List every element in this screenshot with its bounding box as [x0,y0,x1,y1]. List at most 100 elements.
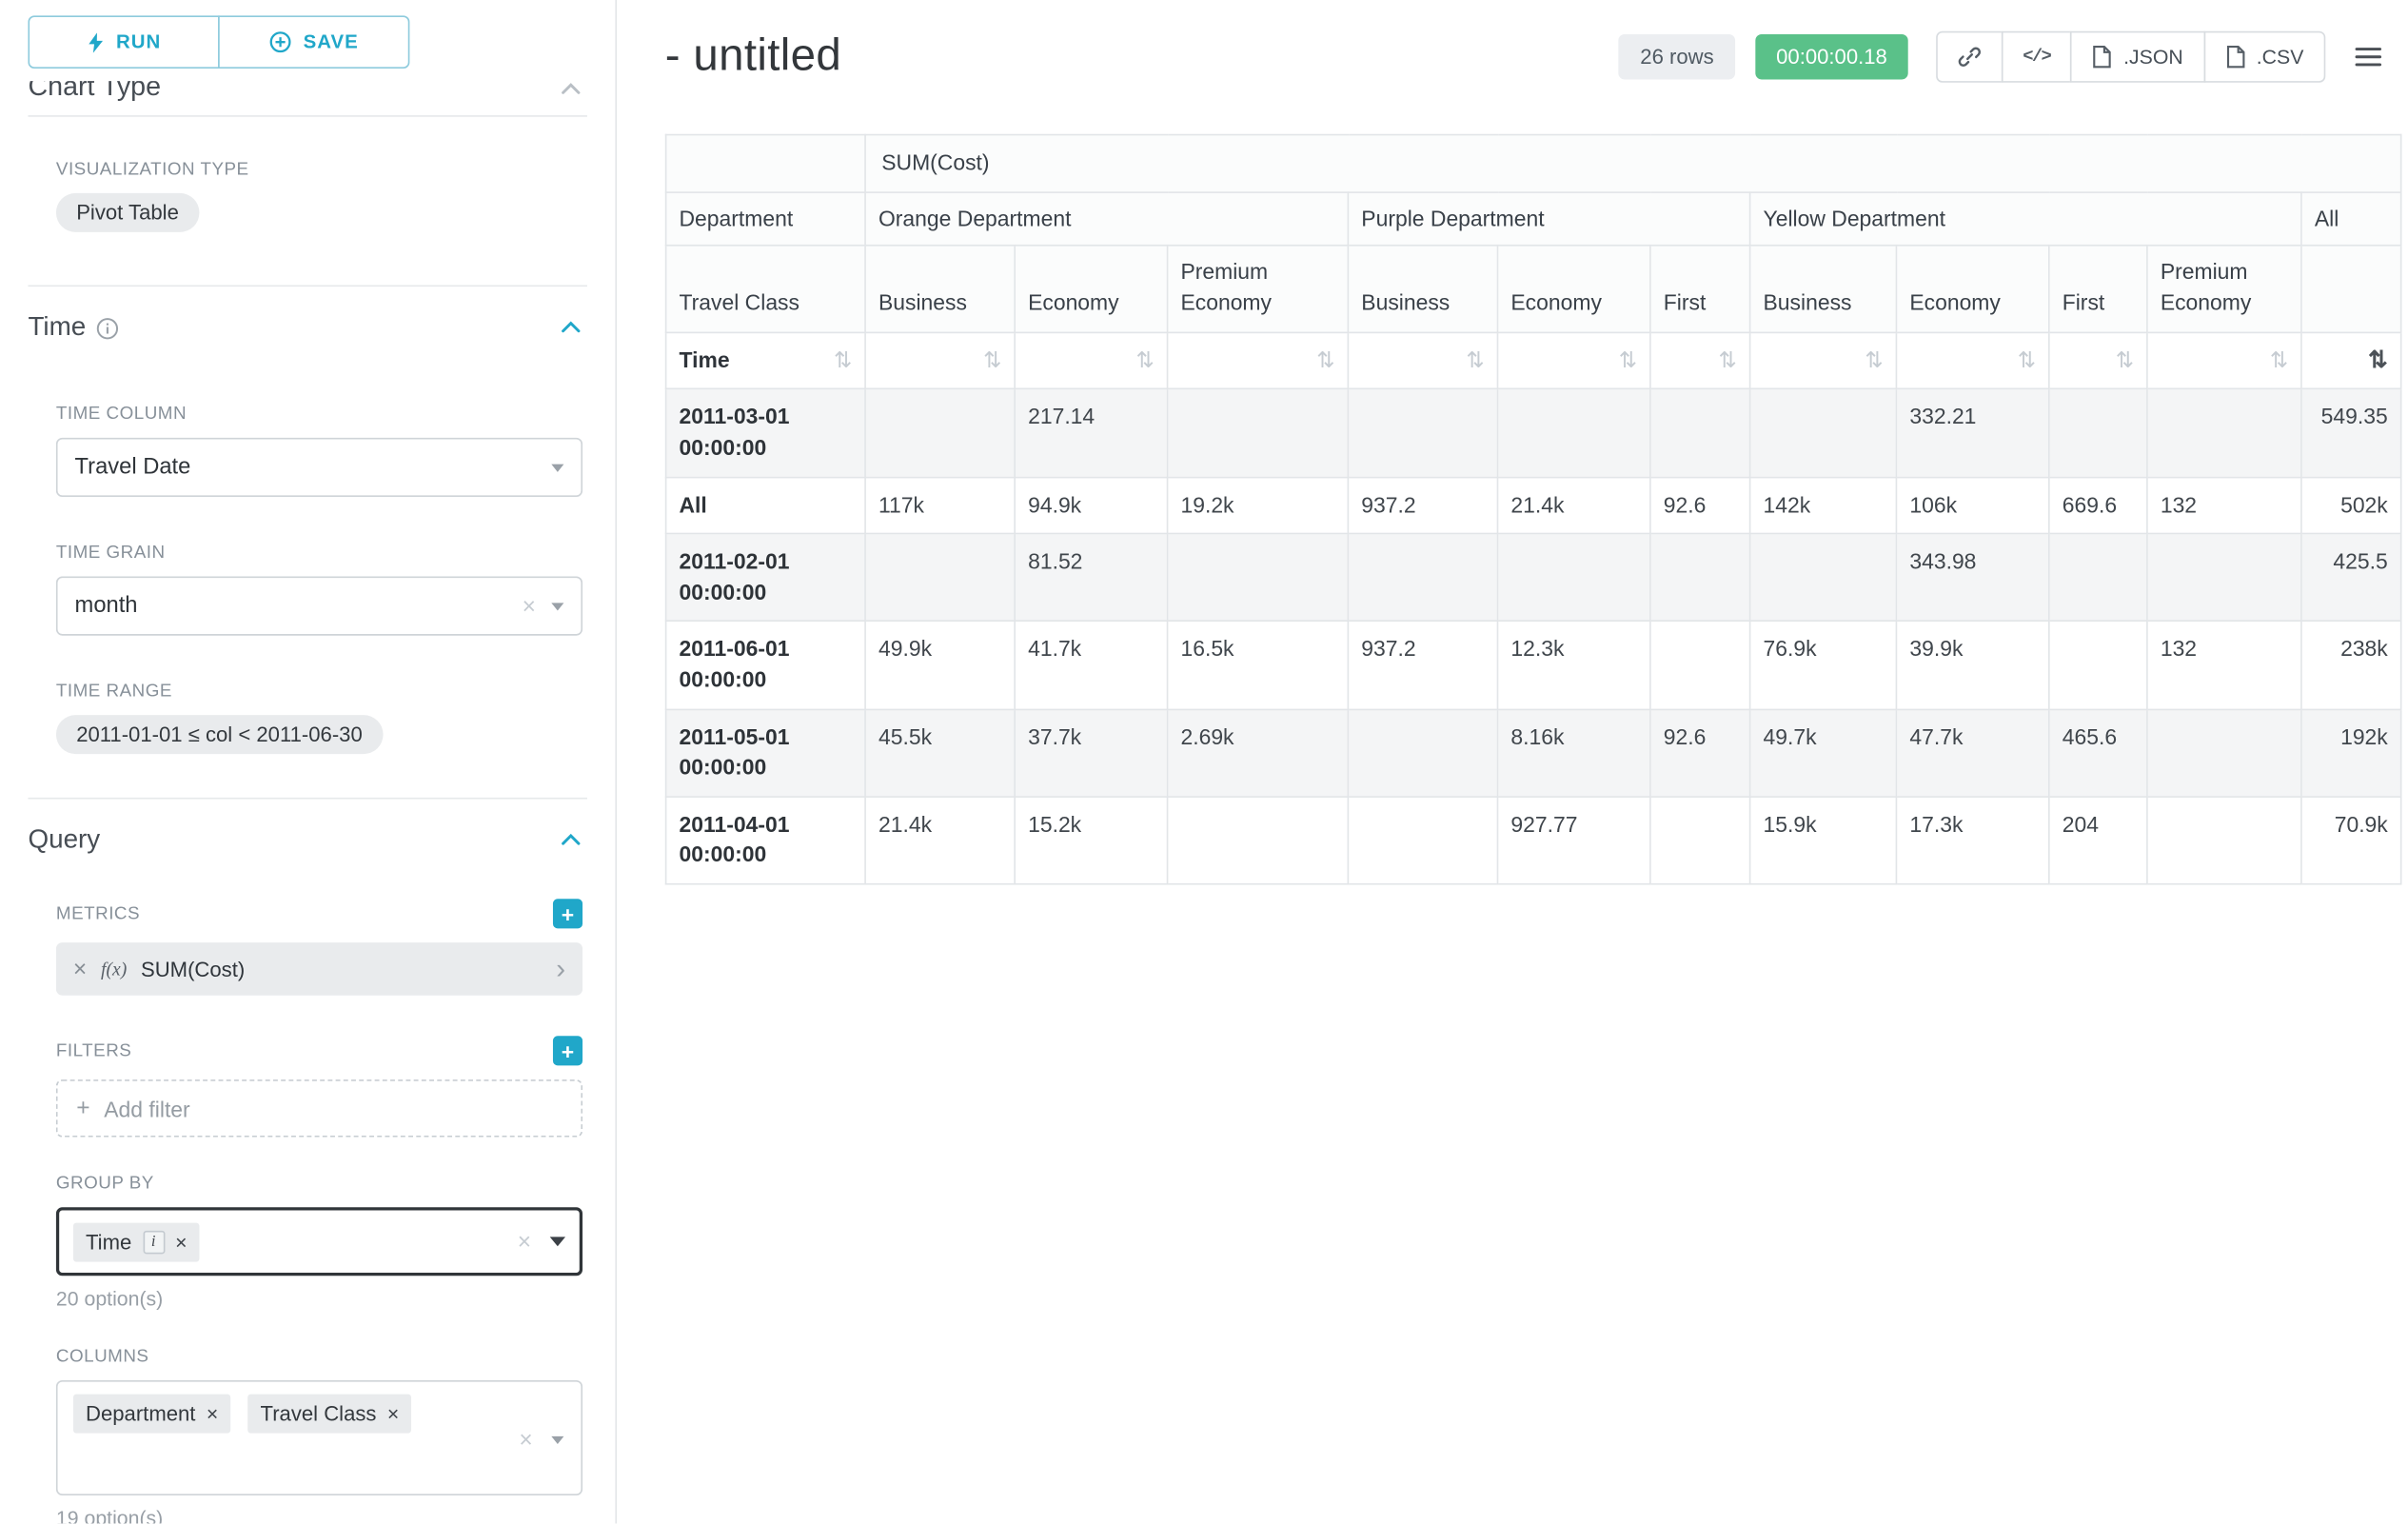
time-section-title: Time [28,311,86,343]
time-column-select[interactable]: Travel Date [56,438,582,497]
clear-icon[interactable]: × [518,1230,531,1254]
pivot-cell: 217.14 [1015,389,1167,477]
columns-options-count: 19 option(s) [56,1506,582,1523]
add-filter-dropzone[interactable]: + Add filter [56,1079,582,1138]
pivot-row-label: 2011-06-01 00:00:00 [666,622,865,709]
add-metric-button[interactable]: + [553,899,582,928]
pivot-cell: 94.9k [1015,477,1167,534]
pivot-sort-cell[interactable]: ⇅ [1015,333,1167,389]
pivot-sort-cell[interactable]: ⇅ [2301,333,2401,389]
group-by-select[interactable]: Time i × × [56,1207,582,1276]
pivot-cell: 502k [2301,477,2401,534]
export-json-label: .JSON [2123,45,2183,69]
pivot-row-label: 2011-02-01 00:00:00 [666,534,865,622]
pivot-table: SUM(Cost)DepartmentOrange DepartmentPurp… [665,134,2402,885]
export-button-group: </> .JSON .CSV [1936,31,2326,83]
columns-pill[interactable]: Travel Class × [247,1395,411,1434]
chart-header: - untitled 26 rows 00:00:00.18 [665,31,2408,83]
export-csv-button[interactable]: .CSV [2203,31,2325,83]
pivot-data-row: 2011-04-01 00:00:0021.4k15.2k927.7715.9k… [666,797,2401,884]
pivot-data-row: 2011-05-01 00:00:0045.5k37.7k2.69k8.16k9… [666,709,2401,797]
pivot-cell: 937.2 [1348,477,1497,534]
pivot-cell: 41.7k [1015,622,1167,709]
time-range-tag[interactable]: 2011-01-01 ≤ col < 2011-06-30 [56,715,383,754]
pivot-cell: 106k [1896,477,2048,534]
group-by-pill[interactable]: Time i × [73,1222,200,1261]
group-by-pill-label: Time [86,1230,131,1254]
info-icon[interactable] [97,318,119,340]
function-icon: f(x) [101,958,127,981]
metric-option[interactable]: × f(x) SUM(Cost) › [56,942,582,996]
pivot-cell: 76.9k [1750,622,1897,709]
columns-pill-label: Department [86,1402,195,1426]
pivot-cell [1348,709,1497,797]
pivot-row-label: 2011-03-01 00:00:00 [666,389,865,477]
group-by-group: GROUP BY Time i × × 20 option(s) [56,1175,582,1310]
pivot-class-header: First [2049,246,2147,333]
chevron-up-icon[interactable] [561,834,581,846]
pivot-sort-header[interactable]: Time⇅ [666,333,865,389]
clear-icon[interactable]: × [519,1429,532,1453]
pivot-sort-cell[interactable]: ⇅ [1750,333,1897,389]
pivot-sort-cell[interactable]: ⇅ [1497,333,1649,389]
pivot-cell [2147,389,2301,477]
time-range-group: TIME RANGE 2011-01-01 ≤ col < 2011-06-30 [56,683,582,754]
pivot-group-header: All [2301,191,2401,246]
pivot-cell: 92.6 [1650,477,1750,534]
chart-type-section-header[interactable]: Chart Type [28,81,587,106]
time-section-header[interactable]: Time [28,311,581,343]
pivot-cell [2147,709,2301,797]
query-section-header[interactable]: Query [28,824,581,856]
menu-button[interactable] [2349,41,2388,73]
columns-pill[interactable]: Department × [73,1395,231,1434]
chevron-up-icon[interactable] [561,321,581,333]
visualization-type-tag[interactable]: Pivot Table [56,193,199,232]
pivot-class-dim-header: Travel Class [666,246,865,333]
pivot-cell [2049,534,2147,622]
pivot-sort-cell[interactable]: ⇅ [865,333,1015,389]
pivot-data-row: All117k94.9k19.2k937.221.4k92.6142k106k6… [666,477,2401,534]
caret-down-icon [550,1237,565,1246]
run-button[interactable]: RUN [28,15,219,69]
pivot-cell: 37.7k [1015,709,1167,797]
remove-pill-icon[interactable]: × [175,1232,187,1252]
chevron-right-icon[interactable]: › [556,955,565,982]
remove-pill-icon[interactable]: × [207,1403,218,1423]
clear-icon[interactable]: × [523,594,536,618]
pivot-sort-cell[interactable]: ⇅ [1168,333,1349,389]
remove-pill-icon[interactable]: × [387,1403,399,1423]
pivot-cell: 8.16k [1497,709,1649,797]
remove-metric-icon[interactable]: × [73,958,87,981]
query-section-title: Query [28,824,100,856]
add-filter-button[interactable]: + [553,1036,582,1065]
pivot-cell: 937.2 [1348,622,1497,709]
pivot-cell: 81.52 [1015,534,1167,622]
pivot-cell: 21.4k [865,797,1015,884]
pivot-cell: 70.9k [2301,797,2401,884]
pivot-sort-cell[interactable]: ⇅ [2049,333,2147,389]
pivot-cell [1497,534,1649,622]
pivot-sort-cell[interactable]: ⇅ [2147,333,2301,389]
pivot-class-header: Economy [1896,246,2048,333]
pivot-row-label: All [666,477,865,534]
filters-label: FILTERS [56,1041,131,1060]
export-json-button[interactable]: .JSON [2070,31,2204,83]
info-icon[interactable]: i [143,1230,165,1254]
pivot-cell: 49.9k [865,622,1015,709]
metric-value: SUM(Cost) [141,958,245,981]
pivot-cell: 425.5 [2301,534,2401,622]
chart-title[interactable]: - untitled [665,31,841,83]
time-grain-select[interactable]: month × [56,577,582,636]
save-button[interactable]: SAVE [218,15,409,69]
time-range-label: TIME RANGE [56,683,582,702]
pivot-sort-cell[interactable]: ⇅ [1896,333,2048,389]
embed-code-button[interactable]: </> [2001,31,2072,83]
copy-link-button[interactable] [1936,31,2003,83]
columns-select[interactable]: Department × Travel Class × × [56,1380,582,1495]
chevron-up-icon [561,81,581,103]
pivot-sort-cell[interactable]: ⇅ [1348,333,1497,389]
sort-icon: ⇅ [1466,346,1484,376]
pivot-sort-cell[interactable]: ⇅ [1650,333,1750,389]
pivot-cell [1348,797,1497,884]
plus-icon: + [76,1095,89,1121]
